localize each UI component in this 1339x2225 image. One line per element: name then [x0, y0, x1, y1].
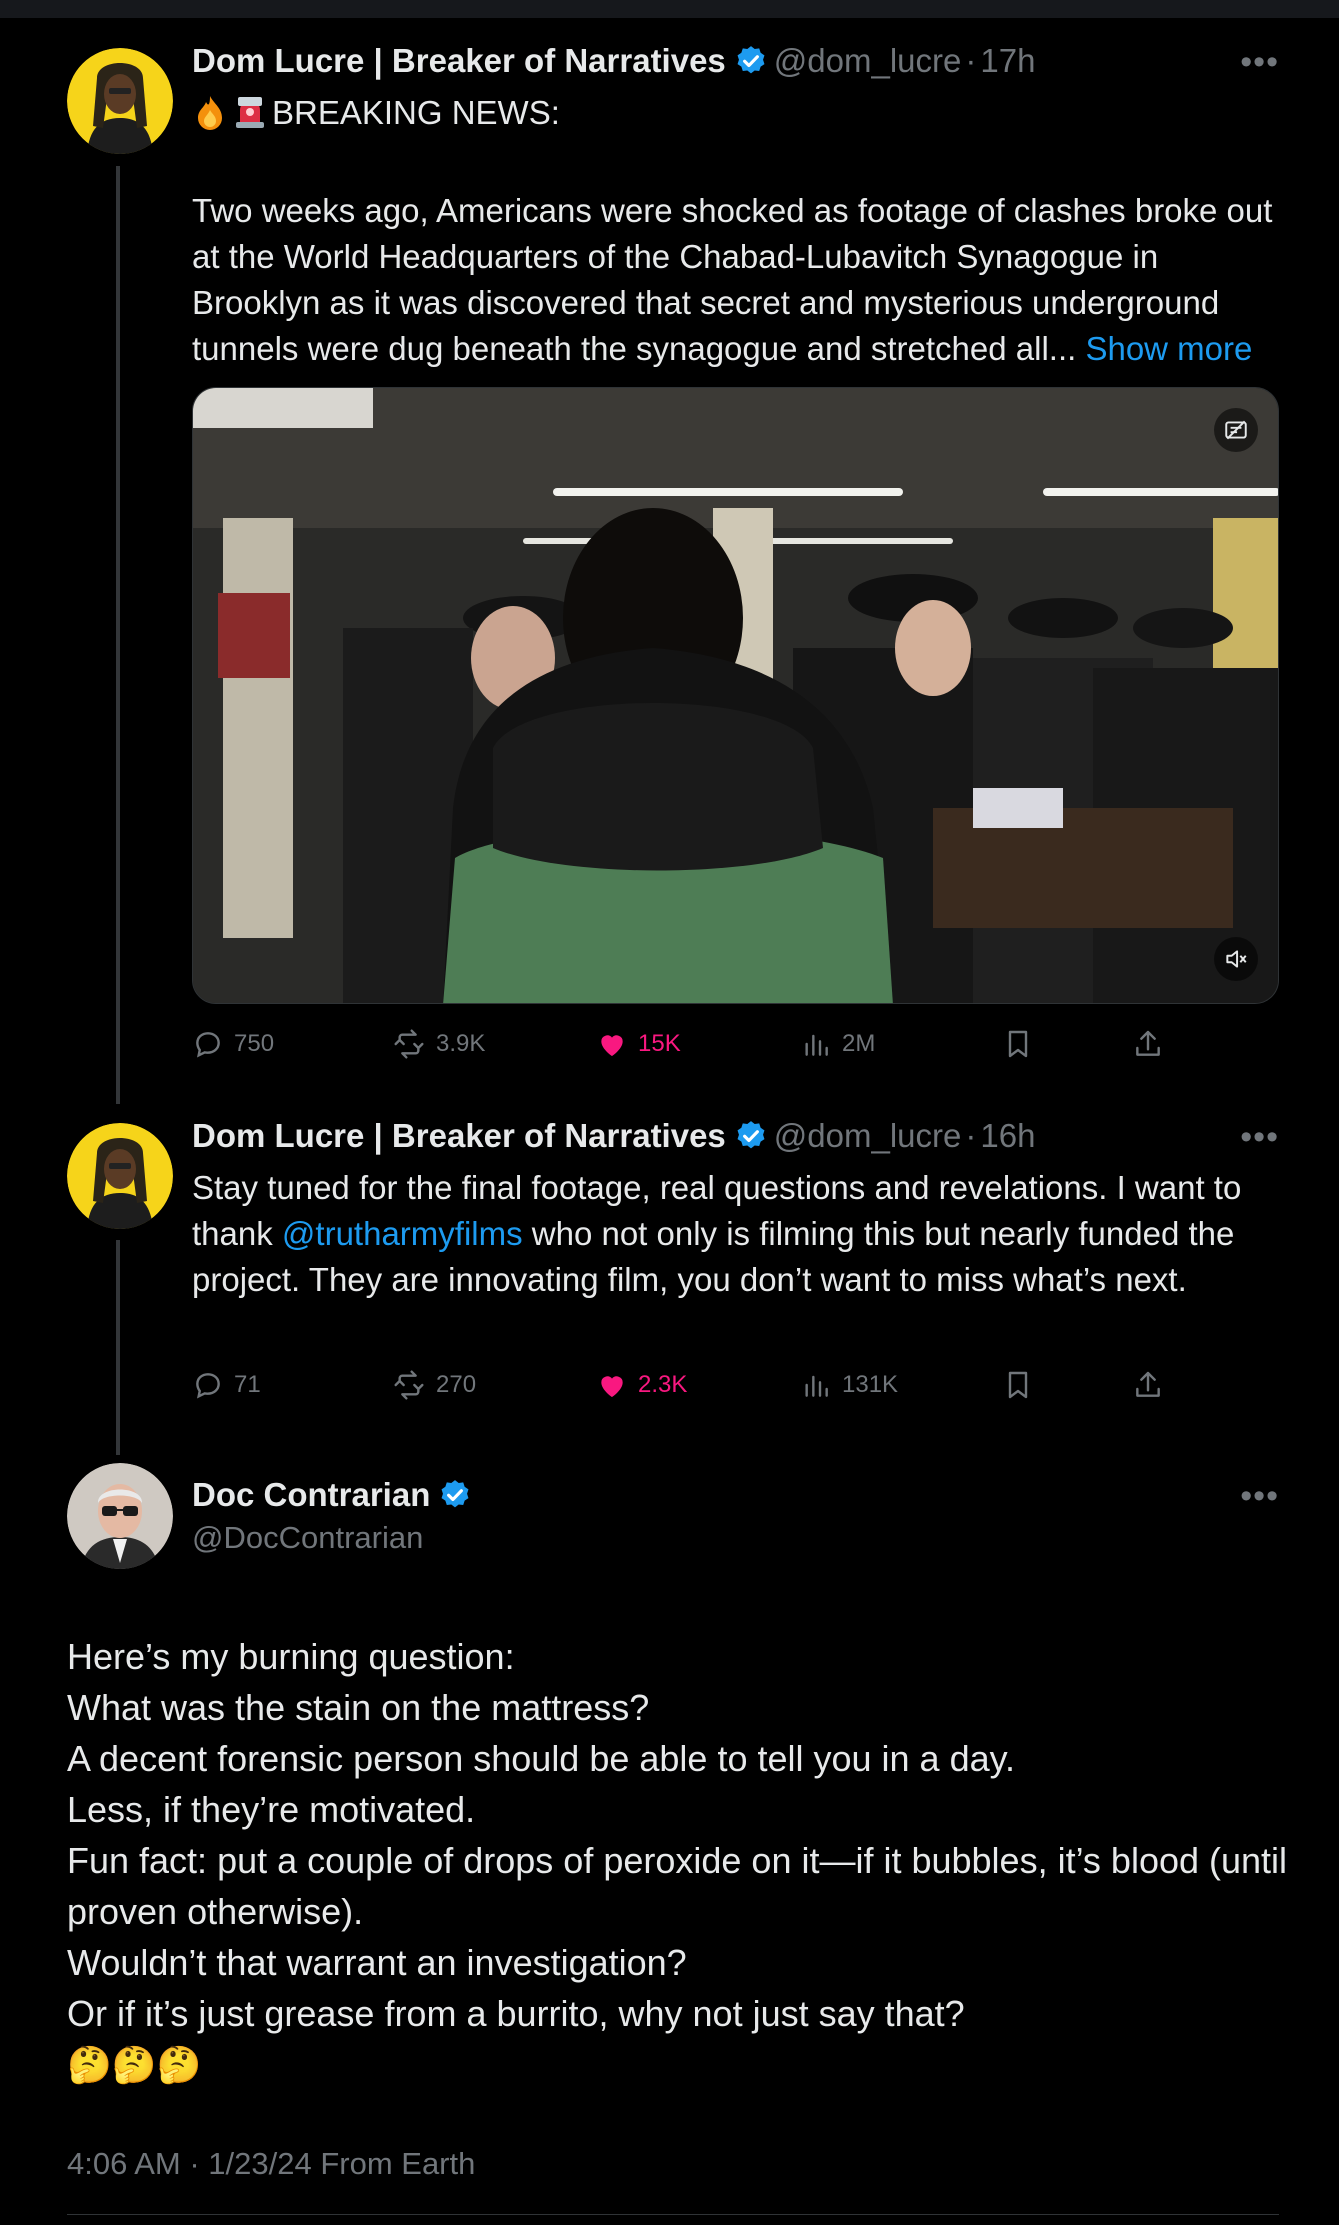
text-line: Less, if they’re motivated. [67, 1789, 476, 1830]
views-button[interactable]: 131K [800, 1365, 898, 1405]
share-button[interactable] [1132, 1024, 1174, 1064]
share-button[interactable] [1132, 1365, 1174, 1405]
alt-text-icon[interactable] [1214, 408, 1258, 452]
like-button[interactable]: 15K [596, 1024, 681, 1064]
text-line: What was the stain on the mattress? [67, 1687, 650, 1728]
views-count: 2M [842, 1030, 876, 1057]
share-icon [1136, 1371, 1160, 1397]
show-more-link[interactable]: Show more [1085, 330, 1252, 367]
top-bar [0, 0, 1339, 18]
verified-badge-icon [438, 1478, 472, 1512]
heart-icon [601, 1035, 623, 1056]
tweet-actions: 750 3.9K 15K 2M [192, 1024, 1192, 1064]
video-player[interactable] [192, 387, 1279, 1004]
verified-badge-icon [734, 1119, 768, 1153]
text-line: Fun fact: put a couple of drops of perox… [67, 1840, 1288, 1932]
share-icon [1136, 1030, 1160, 1056]
bookmark-icon [1008, 1371, 1028, 1399]
tweet-timestamp[interactable]: 4:06 AM · 1/23/24 From Earth [67, 2146, 475, 2182]
fire-emoji-icon [192, 94, 228, 142]
reply-icon [196, 1373, 220, 1399]
views-icon [805, 1375, 828, 1397]
siren-emoji-icon [232, 94, 268, 142]
repost-count: 270 [436, 1371, 477, 1398]
author-name[interactable]: Doc Contrarian [192, 1476, 430, 1514]
repost-count: 3.9K [436, 1030, 486, 1057]
separator-dot: · [965, 42, 977, 79]
thread-line [116, 1240, 120, 1455]
author-handle[interactable]: @DocContrarian [192, 1520, 423, 1556]
text-line: Or if it’s just grease from a burrito, w… [67, 1993, 965, 2034]
repost-button[interactable]: 3.9K [392, 1024, 485, 1064]
more-icon[interactable]: ••• [1240, 45, 1279, 79]
author-name[interactable]: Dom Lucre | Breaker of Narratives [192, 42, 726, 80]
like-button[interactable]: 2.3K [596, 1365, 687, 1405]
repost-button[interactable]: 270 [392, 1365, 476, 1405]
avatar[interactable] [67, 1123, 173, 1229]
main-tweet-text: Here’s my burning question: What was the… [67, 1631, 1307, 2090]
separator-dot: · [965, 1117, 977, 1154]
author-handle[interactable]: @dom_lucre [774, 1117, 962, 1155]
bookmark-button[interactable] [1002, 1024, 1044, 1064]
reply-count: 71 [234, 1371, 261, 1398]
heart-icon [601, 1376, 623, 1397]
repost-icon [394, 1029, 424, 1059]
verified-badge-icon [734, 44, 768, 78]
tweet-actions: 71 270 2.3K 131K [192, 1365, 1192, 1405]
text-line: Here’s my burning question: [67, 1636, 515, 1677]
tweet-time[interactable]: 16h [980, 1117, 1035, 1155]
views-count: 131K [842, 1371, 899, 1398]
avatar[interactable] [67, 1463, 173, 1569]
reply-count: 750 [234, 1030, 275, 1057]
tweet-header: Dom Lucre | Breaker of Narratives @dom_l… [192, 1117, 1035, 1155]
more-icon[interactable]: ••• [1240, 1479, 1279, 1513]
repost-icon [394, 1370, 424, 1400]
reply-button[interactable]: 750 [192, 1024, 274, 1064]
more-icon[interactable]: ••• [1240, 1120, 1279, 1154]
views-button[interactable]: 2M [800, 1024, 875, 1064]
tweet-text: Stay tuned for the final footage, real q… [192, 1165, 1282, 1303]
mention-link[interactable]: @trutharmyfilms [282, 1215, 523, 1252]
mute-icon[interactable] [1214, 937, 1258, 981]
headline-text: BREAKING NEWS: [272, 94, 560, 131]
reply-icon [196, 1032, 220, 1058]
like-count: 2.3K [638, 1371, 688, 1398]
video-frame [193, 388, 1278, 1003]
bookmark-icon [1008, 1030, 1028, 1058]
like-count: 15K [638, 1030, 681, 1057]
author-handle[interactable]: @dom_lucre [774, 42, 962, 80]
author-name-row: Doc Contrarian [192, 1476, 478, 1514]
text-line: A decent forensic person should be able … [67, 1738, 1015, 1779]
avatar[interactable] [67, 48, 173, 154]
views-icon [805, 1034, 828, 1056]
thinking-emojis: 🤔🤔🤔 [67, 2044, 202, 2085]
tweet-time[interactable]: 17h [980, 42, 1035, 80]
text-line: Wouldn’t that warrant an investigation? [67, 1942, 687, 1983]
tweet-header: Dom Lucre | Breaker of Narratives @dom_l… [192, 42, 1035, 80]
thread-line [116, 166, 120, 1104]
reply-button[interactable]: 71 [192, 1365, 261, 1405]
tweet-body-text: Two weeks ago, Americans were shocked as… [192, 188, 1282, 372]
author-name[interactable]: Dom Lucre | Breaker of Narratives [192, 1117, 726, 1155]
bookmark-button[interactable] [1002, 1365, 1044, 1405]
divider [67, 2214, 1279, 2215]
headline: BREAKING NEWS: [192, 90, 1282, 142]
tweet-text: BREAKING NEWS: Two weeks ago, Americans … [192, 90, 1282, 372]
